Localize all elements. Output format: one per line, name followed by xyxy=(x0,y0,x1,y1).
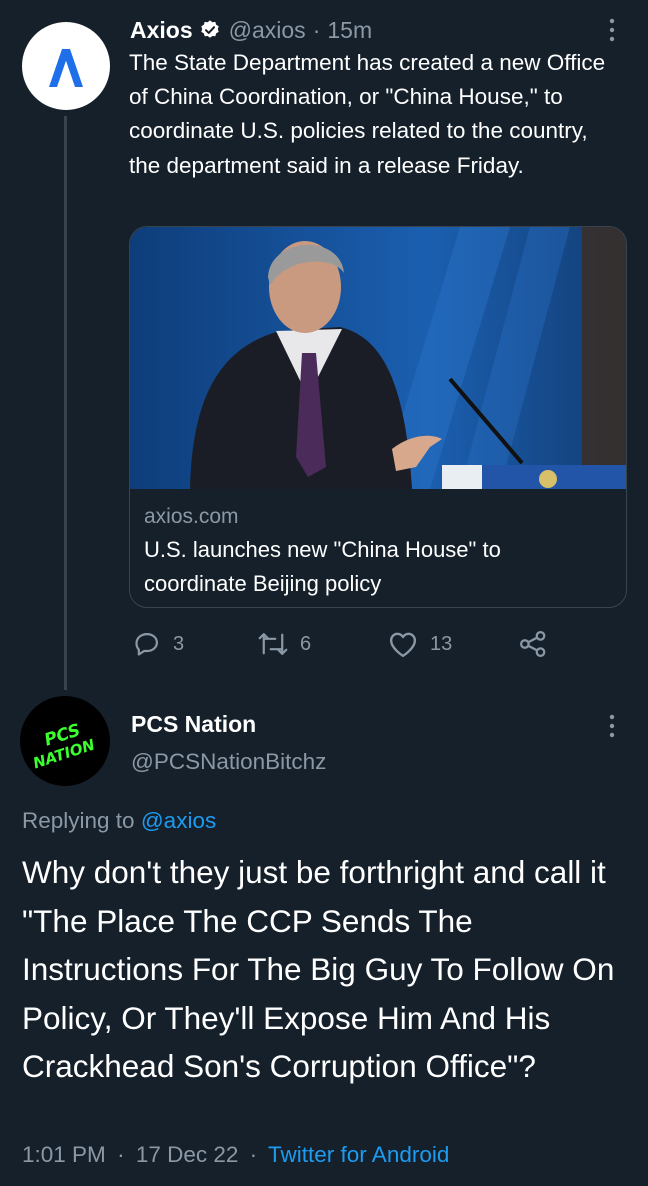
reply-button[interactable]: 3 xyxy=(133,627,184,661)
client-link[interactable]: Twitter for Android xyxy=(268,1142,449,1167)
share-icon xyxy=(520,631,546,657)
tweet-meta: 1:01 PM · 17 Dec 22 · Twitter for Androi… xyxy=(22,1142,449,1168)
pcs-nation-logo: PCS NATION xyxy=(31,720,98,772)
verified-badge-icon xyxy=(200,20,219,38)
reply-count: 3 xyxy=(173,632,185,655)
replying-to: Replying to @axios xyxy=(22,808,216,834)
author-name[interactable]: Axios xyxy=(130,17,193,44)
axios-avatar[interactable] xyxy=(22,22,110,110)
tweet-header: Axios @axios · 15m xyxy=(130,14,372,46)
tweet-time[interactable]: 15m xyxy=(327,17,372,44)
retweet-button[interactable]: 6 xyxy=(258,627,311,661)
tweet-text: The State Department has created a new O… xyxy=(129,50,606,178)
separator-dot: · xyxy=(117,1142,125,1167)
share-button[interactable] xyxy=(518,627,560,661)
more-options-icon xyxy=(609,714,615,738)
pcs-nation-avatar[interactable]: PCS NATION xyxy=(20,696,110,786)
retweet-icon xyxy=(258,633,288,655)
like-count: 13 xyxy=(430,632,453,655)
reply-author-name[interactable]: PCS Nation xyxy=(131,711,256,738)
reply-more-options-button[interactable] xyxy=(606,713,618,744)
separator-dot: · xyxy=(249,1142,258,1167)
thread-connector-line xyxy=(64,116,67,690)
retweet-count: 6 xyxy=(300,632,312,655)
reply-author-handle[interactable]: @PCSNationBitchz xyxy=(131,749,326,775)
reply-icon xyxy=(135,632,159,656)
reply-text: Why don't they just be forthright and ca… xyxy=(22,854,615,1084)
axios-logo-icon xyxy=(49,49,83,87)
card-title: U.S. launches new "China House" to coord… xyxy=(144,537,501,596)
tweet-date[interactable]: 17 Dec 22 xyxy=(136,1142,239,1167)
card-domain: axios.com xyxy=(144,505,239,528)
separator-dot: · xyxy=(312,16,321,43)
like-icon xyxy=(389,632,417,658)
replying-prefix: Replying to xyxy=(22,808,135,833)
like-button[interactable]: 13 xyxy=(388,627,452,661)
more-options-button[interactable] xyxy=(606,17,618,48)
link-card[interactable]: axios.com U.S. launches new "China House… xyxy=(129,226,627,608)
author-handle[interactable]: @axios xyxy=(229,17,306,44)
card-image xyxy=(130,227,626,489)
replying-to-handle-link[interactable]: @axios xyxy=(141,808,216,833)
more-options-icon xyxy=(609,18,615,42)
tweet-timestamp[interactable]: 1:01 PM xyxy=(22,1142,106,1167)
